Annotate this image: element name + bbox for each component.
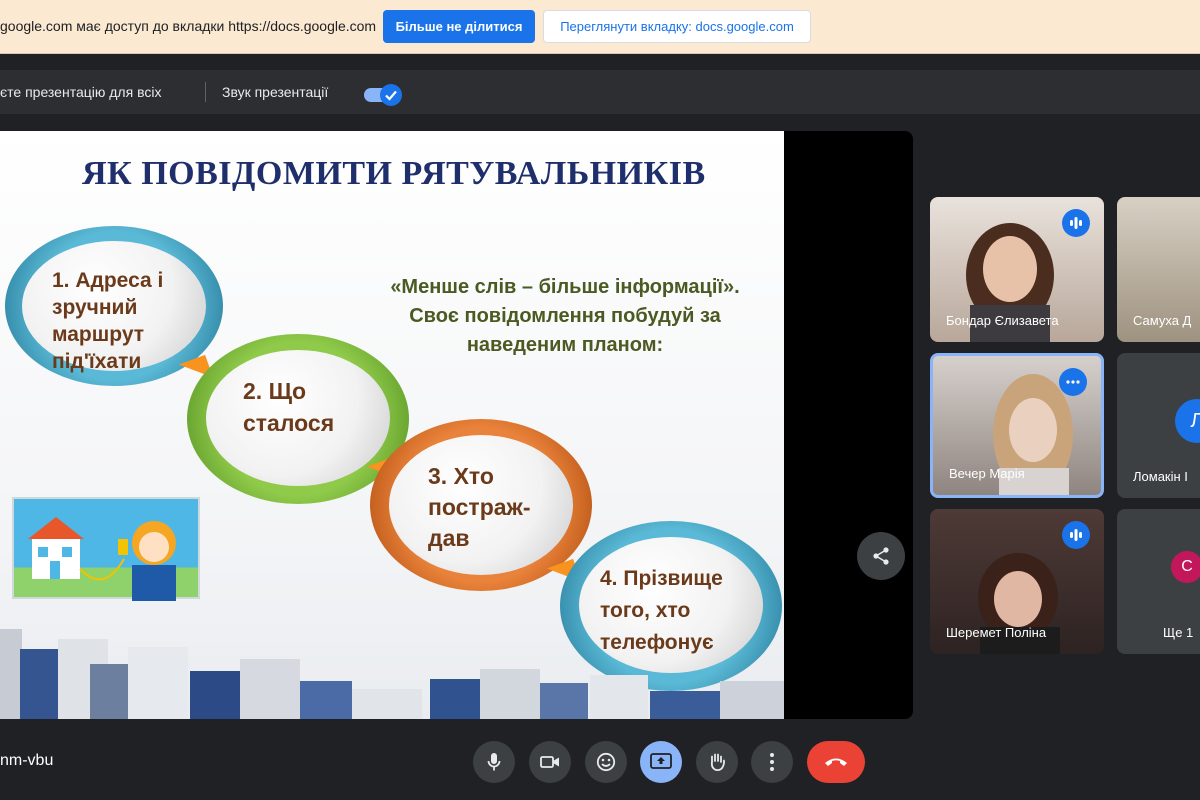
present-screen-icon <box>650 753 672 769</box>
step-line: 4. Прізвище <box>600 567 723 590</box>
hand-icon <box>710 753 725 771</box>
tab-share-infobar: google.com має доступ до вкладки https:/… <box>0 0 1200 54</box>
presentation-stage: ЯК ПОВІДОМИТИ РЯТУВАЛЬНИКІВ «Менше слів … <box>0 131 913 719</box>
step-3-text: 3. Хто постраж- дав <box>428 461 531 554</box>
view-tab-button[interactable]: Переглянути вкладку: docs.google.com <box>543 10 811 43</box>
more-icon[interactable] <box>1059 368 1087 396</box>
step-line: постраж- <box>428 494 531 520</box>
microphone-icon <box>487 753 501 771</box>
house-caller-illustration <box>12 497 200 601</box>
participant-tile[interactable]: Самуха Д <box>1117 197 1200 342</box>
share-screen-options-button[interactable] <box>857 532 905 580</box>
step-line: 3. Хто <box>428 463 494 489</box>
meeting-code: nm-vbu <box>0 752 54 769</box>
slide-title: ЯК ПОВІДОМИТИ РЯТУВАЛЬНИКІВ <box>82 155 706 192</box>
participant-name: Вечер Марія <box>949 466 1025 481</box>
present-now-button[interactable] <box>640 741 682 783</box>
slide-quote: «Менше слів – більше інформації». Своє п… <box>340 273 784 360</box>
step-line: 2. Що <box>243 378 307 404</box>
step-2-text: 2. Що сталося <box>243 375 334 439</box>
participant-tile-selected[interactable]: Вечер Марія <box>930 353 1104 498</box>
step-1-text: 1. Адреса і зручний маршрут під'їхати <box>52 267 163 375</box>
more-vertical-icon <box>770 753 774 771</box>
city-skyline-decoration <box>0 619 784 719</box>
step-line: маршрут <box>52 323 145 346</box>
speaking-icon <box>1062 521 1090 549</box>
presentation-bar: єте презентацію для всіх Звук презентаці… <box>0 70 1200 114</box>
presentation-sound-label: Звук презентації <box>222 84 329 100</box>
step-line: зручний <box>52 296 138 319</box>
stop-sharing-button[interactable]: Більше не ділитися <box>383 10 535 43</box>
presenting-status-text: єте презентацію для всіх <box>0 84 162 100</box>
quote-line: «Менше слів – більше інформації». <box>390 276 740 298</box>
participant-tile[interactable]: Бондар Єлизавета <box>930 197 1104 342</box>
participant-tile[interactable]: Л Ломакін І <box>1117 353 1200 498</box>
raise-hand-button[interactable] <box>696 741 738 783</box>
participant-name: Ломакін І <box>1133 469 1188 484</box>
share-info-message: google.com має доступ до вкладки https:/… <box>0 18 377 34</box>
camera-icon <box>540 756 559 768</box>
participant-tile[interactable]: Шеремет Поліна <box>930 509 1104 654</box>
quote-line: наведеним планом: <box>466 334 664 356</box>
reactions-button[interactable] <box>585 741 627 783</box>
step-line: 1. Адреса і <box>52 269 164 292</box>
microphone-button[interactable] <box>473 741 515 783</box>
quote-line: Своє повідомлення побудуй за <box>409 305 721 327</box>
presentation-slide: ЯК ПОВІДОМИТИ РЯТУВАЛЬНИКІВ «Менше слів … <box>0 131 784 719</box>
speaking-icon <box>1062 209 1090 237</box>
camera-button[interactable] <box>529 741 571 783</box>
check-icon <box>380 84 402 106</box>
leave-call-button[interactable] <box>807 741 865 783</box>
avatar: С <box>1171 551 1200 583</box>
participant-name: Шеремет Поліна <box>946 625 1047 640</box>
more-options-button[interactable] <box>751 741 793 783</box>
emoji-icon <box>596 752 616 772</box>
avatar: Л <box>1175 399 1200 443</box>
share-icon <box>873 547 889 565</box>
participant-name: Самуха Д <box>1133 313 1192 328</box>
divider <box>205 82 206 102</box>
participant-name: Бондар Єлизавета <box>946 313 1059 328</box>
step-line: під'їхати <box>52 350 142 373</box>
step-line: сталося <box>243 410 335 436</box>
step-line: дав <box>428 525 470 551</box>
end-call-icon <box>825 758 847 766</box>
presentation-sound-toggle[interactable] <box>362 84 402 106</box>
participant-tile[interactable]: С Ще 1 <box>1117 509 1200 654</box>
participant-name: Ще 1 <box>1163 625 1194 640</box>
